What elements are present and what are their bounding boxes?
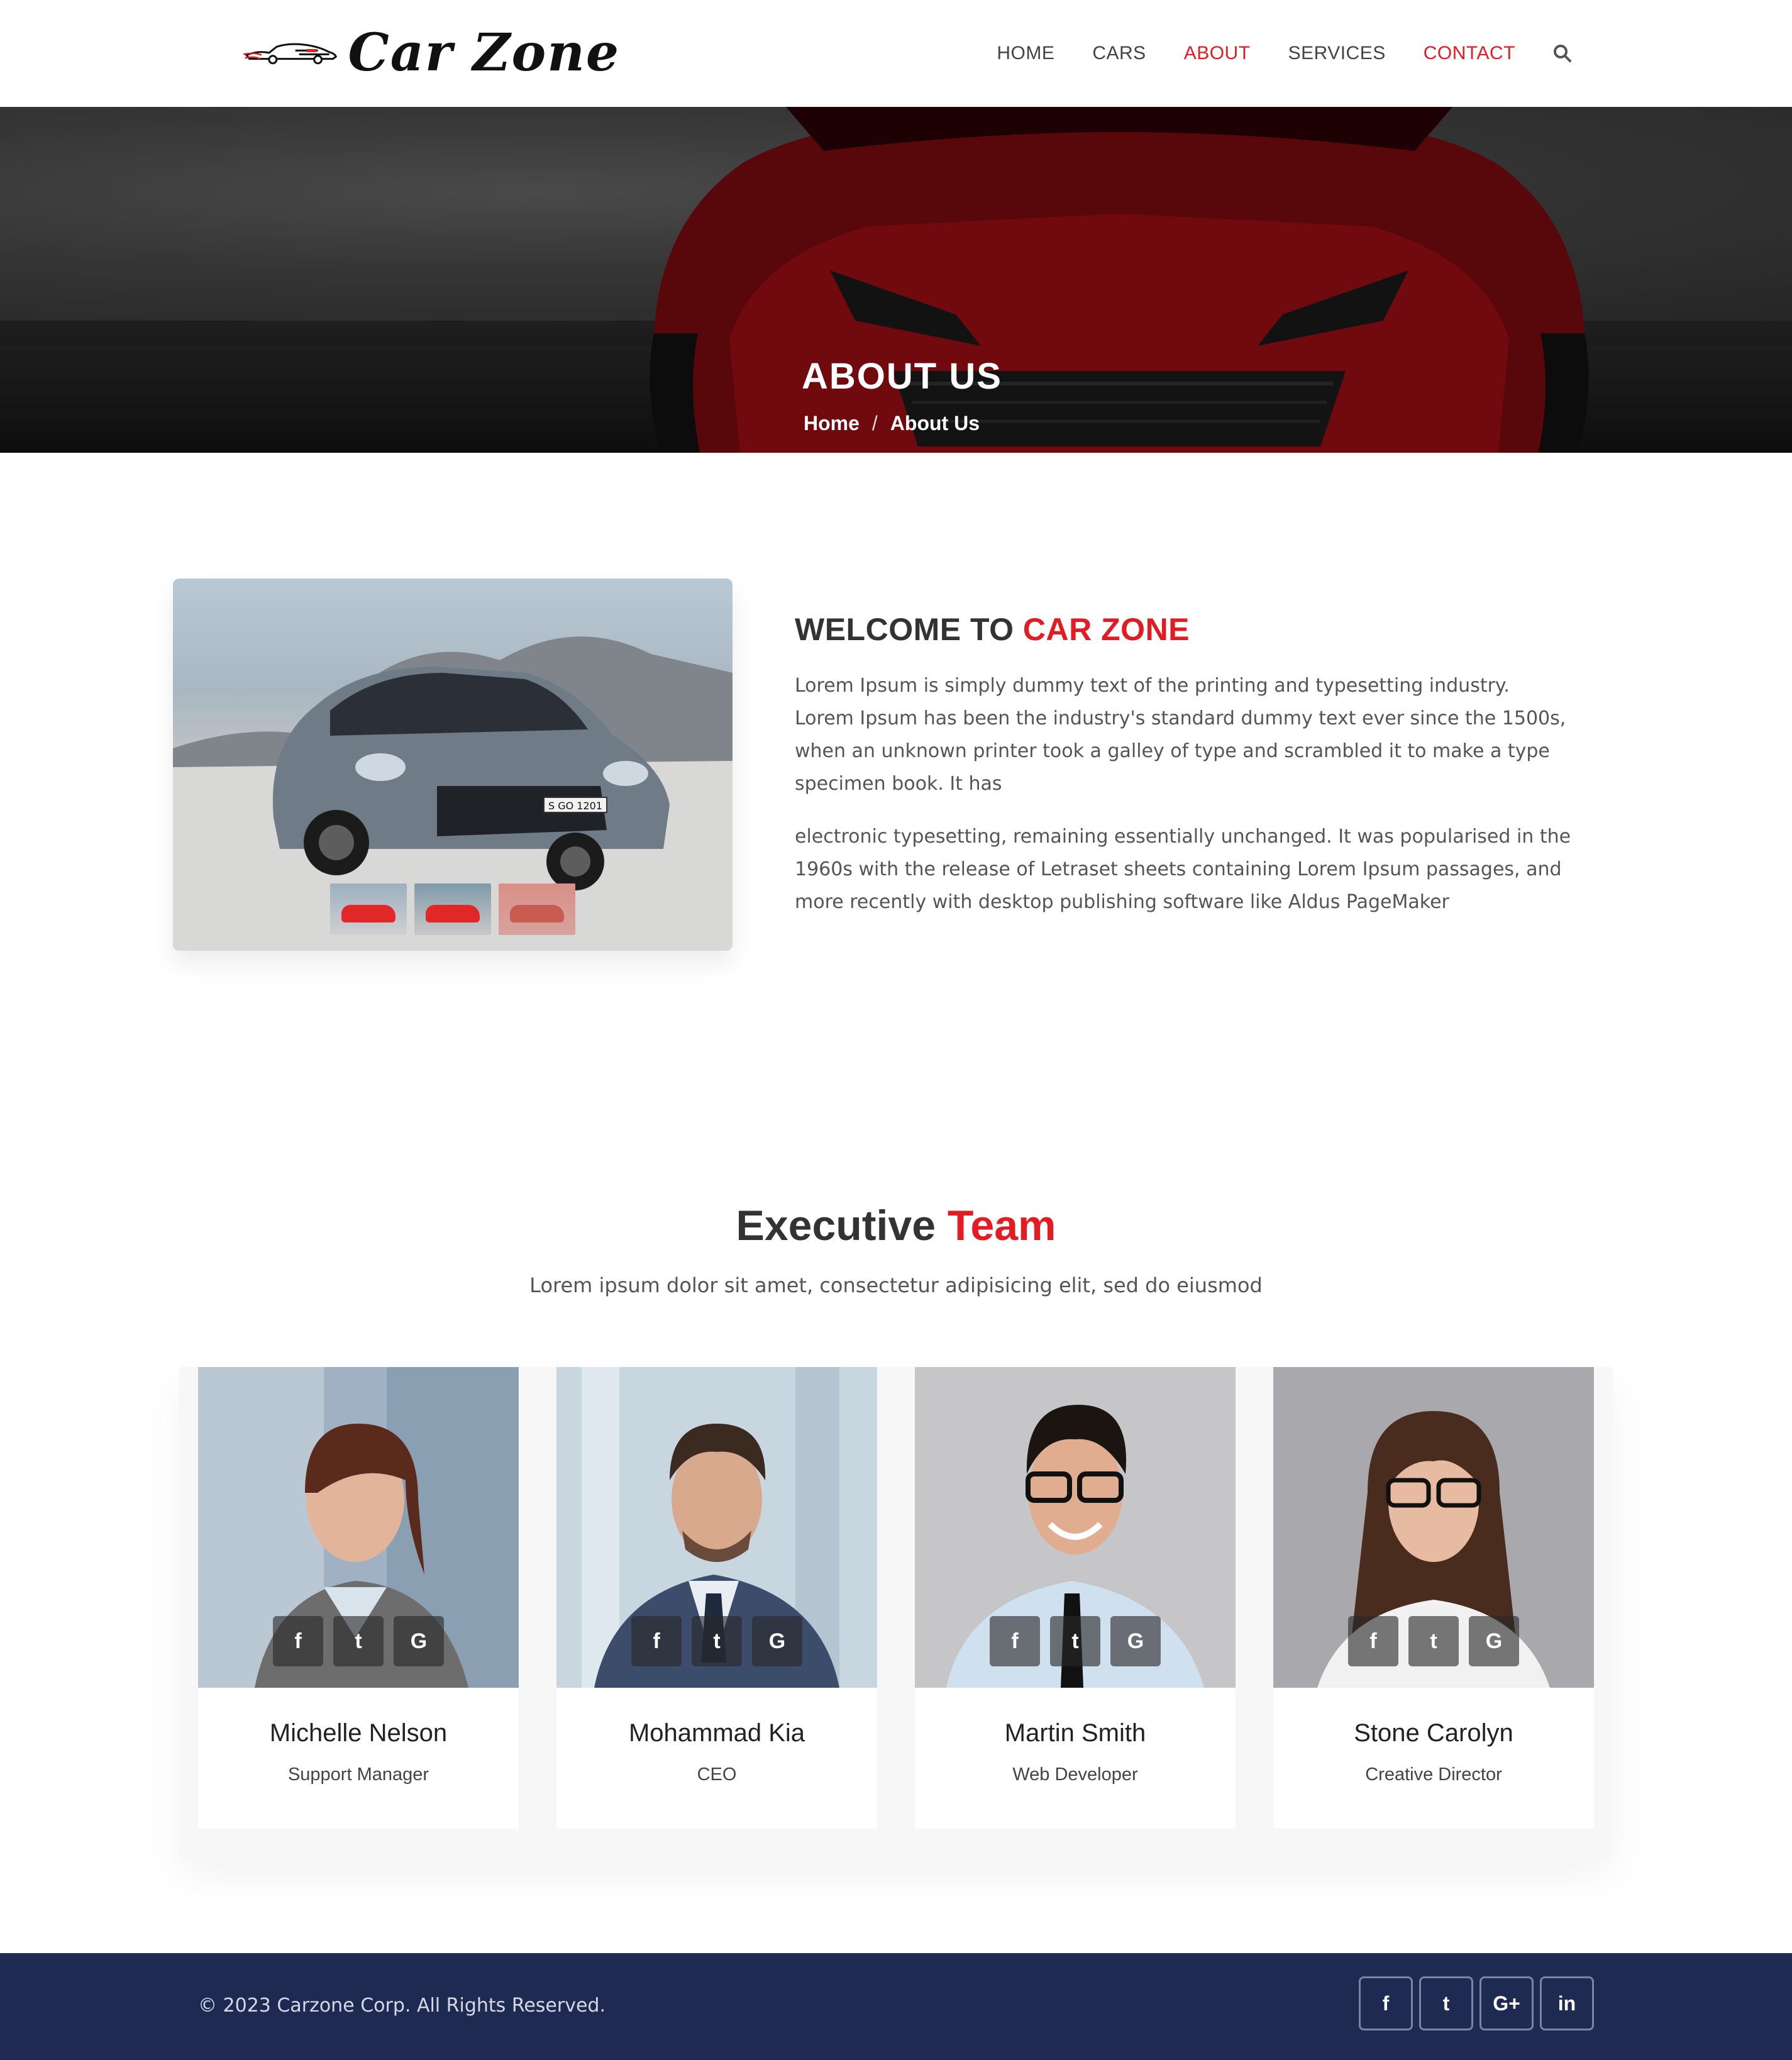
twitter-icon[interactable]: t — [1408, 1616, 1459, 1666]
team-subtitle: Lorem ipsum dolor sit amet, consectetur … — [529, 1273, 1263, 1297]
team-member-role: Creative Director — [1365, 1764, 1502, 1785]
slider-thumbnail-2[interactable] — [414, 883, 491, 935]
site-header: Car Zone HOME CARS ABOUT SERVICES CONTAC… — [0, 0, 1792, 107]
team-social-links: f t G — [1273, 1616, 1594, 1666]
team-member-role: CEO — [697, 1764, 737, 1785]
google-icon[interactable]: G — [394, 1616, 444, 1666]
nav-contact[interactable]: CONTACT — [1424, 43, 1515, 64]
breadcrumb-current: About Us — [890, 412, 980, 435]
team-card: f t G Mohammad Kia CEO — [556, 1367, 877, 1829]
twitter-icon[interactable]: t — [1050, 1616, 1100, 1666]
google-icon[interactable]: G — [1469, 1616, 1519, 1666]
copyright-text: © 2023 Carzone Corp. All Rights Reserved… — [198, 1995, 606, 2017]
twitter-icon[interactable]: t — [1419, 1976, 1473, 2030]
logo[interactable]: Car Zone — [243, 23, 620, 83]
team-social-links: f t G — [915, 1616, 1236, 1666]
logo-text: Car Zone — [348, 23, 620, 83]
main-nav: HOME CARS ABOUT SERVICES CONTACT — [959, 0, 1572, 107]
team-card: f t G Martin Smith Web Developer — [915, 1367, 1236, 1829]
facebook-icon[interactable]: f — [1359, 1976, 1413, 2030]
breadcrumb: Home / About Us — [804, 412, 980, 435]
facebook-icon[interactable]: f — [1348, 1616, 1398, 1666]
google-icon[interactable]: G — [1110, 1616, 1161, 1666]
facebook-icon[interactable]: f — [273, 1616, 323, 1666]
google-icon[interactable]: G — [752, 1616, 802, 1666]
slider-thumbnail-1[interactable] — [330, 883, 407, 935]
breadcrumb-separator: / — [871, 412, 878, 435]
site-footer: © 2023 Carzone Corp. All Rights Reserved… — [0, 1953, 1792, 2060]
nav-cars[interactable]: CARS — [1092, 43, 1146, 64]
twitter-icon[interactable]: t — [692, 1616, 742, 1666]
linkedin-icon[interactable]: in — [1540, 1976, 1594, 2030]
team-heading: Executive Team — [0, 1201, 1792, 1250]
facebook-icon[interactable]: f — [990, 1616, 1040, 1666]
team-social-links: f t G — [556, 1616, 877, 1666]
nav-services[interactable]: SERVICES — [1288, 43, 1386, 64]
car-logo-icon — [243, 43, 338, 65]
nav-about[interactable]: ABOUT — [1184, 43, 1251, 64]
google-plus-icon[interactable]: G+ — [1480, 1976, 1534, 2030]
about-heading-highlight: CAR ZONE — [1022, 612, 1190, 647]
team-heading-highlight: Team — [947, 1202, 1056, 1249]
team-heading-prefix: Executive — [736, 1202, 936, 1249]
hero-banner: ABOUT US Home / About Us — [0, 107, 1792, 453]
twitter-icon[interactable]: t — [333, 1616, 384, 1666]
team-member-name: Stone Carolyn — [1354, 1719, 1513, 1747]
team-member-name: Michelle Nelson — [269, 1719, 448, 1747]
footer-social-links: f t G+ in — [1359, 1976, 1594, 2030]
license-plate-text: S GO 1201 — [548, 800, 602, 812]
about-car-slider: S GO 1201 — [173, 579, 733, 951]
team-social-links: f t G — [198, 1616, 519, 1666]
about-heading-prefix: WELCOME TO — [795, 612, 1014, 647]
slider-thumbnails — [330, 883, 575, 935]
slider-thumbnail-3[interactable] — [499, 883, 575, 935]
search-icon[interactable] — [1553, 44, 1572, 63]
nav-home[interactable]: HOME — [997, 43, 1054, 64]
page-title: ABOUT US — [802, 356, 1002, 397]
hero-overlay — [0, 107, 1792, 453]
team-card: f t G Michelle Nelson Support Manager — [198, 1367, 519, 1829]
breadcrumb-home-link[interactable]: Home — [804, 412, 860, 435]
team-grid: f t G Michelle Nelson Support Manager f … — [179, 1367, 1613, 1858]
team-member-role: Support Manager — [287, 1764, 429, 1785]
about-paragraph-1: Lorem Ipsum is simply dummy text of the … — [795, 675, 1566, 795]
team-member-role: Web Developer — [1012, 1764, 1138, 1785]
team-member-name: Mohammad Kia — [628, 1719, 805, 1747]
team-card: f t G Stone Carolyn Creative Director — [1273, 1367, 1594, 1829]
team-member-name: Martin Smith — [1004, 1719, 1146, 1747]
about-paragraph-2: electronic typesetting, remaining essent… — [795, 826, 1571, 913]
about-heading: WELCOME TO CAR ZONE — [795, 611, 1190, 648]
facebook-icon[interactable]: f — [631, 1616, 682, 1666]
